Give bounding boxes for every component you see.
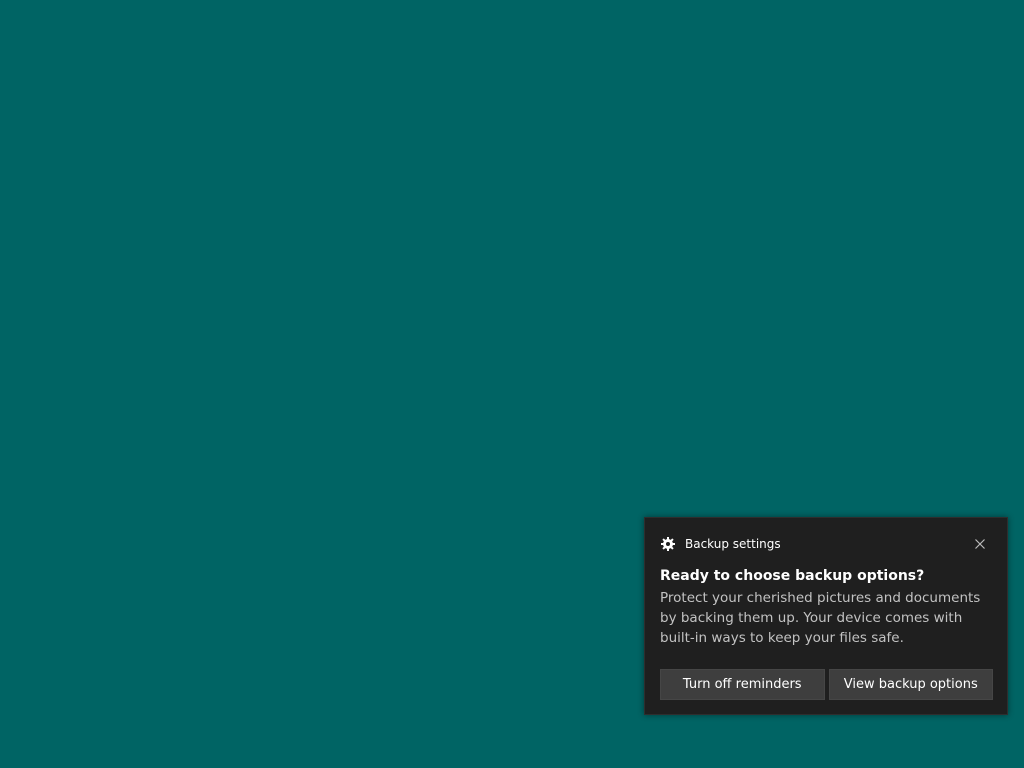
toast-header: Backup settings	[660, 535, 781, 553]
toast-app-name: Backup settings	[685, 537, 781, 551]
gear-icon	[660, 536, 676, 552]
turn-off-reminders-button[interactable]: Turn off reminders	[660, 669, 825, 700]
toast-body: Protect your cherished pictures and docu…	[660, 590, 981, 646]
close-icon	[975, 534, 985, 553]
view-backup-options-button[interactable]: View backup options	[828, 669, 993, 700]
notification-toast: Backup settings Ready to choose backup o…	[644, 517, 1008, 715]
toast-actions: Turn off reminders View backup options	[660, 669, 993, 700]
close-button[interactable]	[970, 533, 990, 553]
toast-title: Ready to choose backup options?	[660, 568, 925, 584]
